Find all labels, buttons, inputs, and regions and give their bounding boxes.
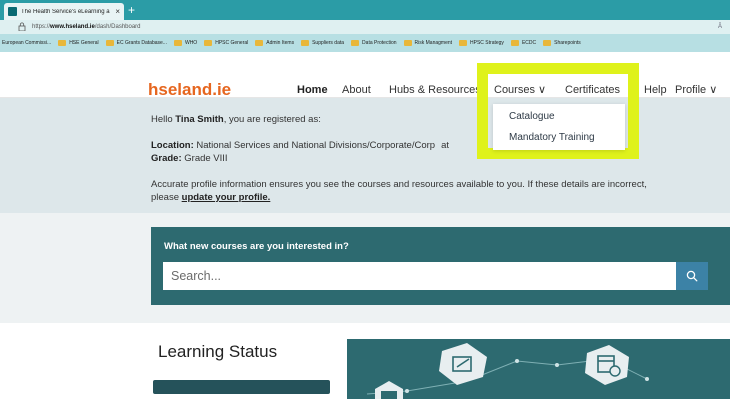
folder-icon	[403, 40, 412, 46]
nav-help[interactable]: Help	[644, 83, 667, 97]
bookmark-item[interactable]: HSE General	[58, 40, 99, 46]
new-tab-button[interactable]: +	[128, 2, 135, 18]
user-name: Tina Smith	[175, 114, 224, 125]
folder-icon	[510, 40, 519, 46]
search-icon	[686, 270, 698, 282]
folder-icon	[351, 40, 360, 46]
nav-hubs-resources[interactable]: Hubs & Resources	[389, 83, 481, 97]
bookmark-label: Admin Items	[266, 40, 295, 46]
nav-about[interactable]: About	[342, 83, 371, 97]
folder-icon	[173, 40, 182, 46]
bookmark-label: EC Grants Database...	[116, 40, 167, 46]
calendar-clock-icon	[585, 345, 629, 385]
tab-close-icon[interactable]: ×	[115, 7, 120, 16]
folder-icon	[459, 40, 468, 46]
dropdown-item-catalogue[interactable]: Catalogue	[509, 110, 555, 123]
notice-prefix: please	[151, 192, 182, 203]
bookmark-label: HPSC Strategy	[470, 40, 504, 46]
courses-dropdown: Catalogue Mandatory Training	[493, 104, 625, 150]
dropdown-item-mandatory-training[interactable]: Mandatory Training	[509, 131, 595, 144]
greeting-prefix: Hello	[151, 114, 176, 125]
bookmark-item[interactable]: WHO	[173, 40, 198, 46]
bookmark-label: Sharepoints	[554, 40, 581, 46]
profile-notice-line2: please update your profile.	[151, 191, 270, 204]
bookmarks-bar: European Commissi... HSE General EC Grants…	[0, 34, 730, 52]
bookmark-item[interactable]: EC Grants Database...	[105, 40, 167, 46]
course-search-input[interactable]	[163, 262, 676, 290]
bookmark-label: Suppliers data	[312, 40, 345, 46]
site-favicon-icon	[8, 7, 17, 16]
learning-status-card[interactable]	[153, 380, 330, 394]
folder-icon	[255, 40, 264, 46]
folder-icon	[543, 40, 552, 46]
bookmark-item[interactable]: European Commissi...	[2, 40, 51, 46]
banner-graphic	[366, 343, 649, 399]
mail-icon	[375, 381, 403, 399]
bookmark-item[interactable]: HPSC General	[204, 40, 248, 46]
folder-icon	[105, 40, 114, 46]
location-value: National Services and National Divisions…	[193, 140, 436, 151]
site-logo[interactable]: hseland.ie	[148, 80, 231, 100]
search-button[interactable]	[676, 262, 708, 290]
greeting-suffix: , you are registered as:	[223, 114, 321, 125]
nav-home[interactable]: Home	[297, 83, 328, 97]
browser-tab[interactable]: The Health Service's eLearning a ×	[4, 3, 124, 20]
bookmark-item[interactable]: Risk Managment	[403, 40, 453, 46]
location-tail: at	[441, 140, 449, 151]
bookmark-label: Data Protection	[362, 40, 397, 46]
greeting-line: Hello Tina Smith, you are registered as:	[151, 113, 321, 126]
grade-label: Grade:	[151, 153, 182, 164]
bookmark-label: European Commissi...	[2, 40, 52, 46]
bookmark-item[interactable]: Data Protection	[351, 40, 397, 46]
url-host: www.hseland.ie	[50, 24, 95, 30]
feature-banner	[347, 339, 730, 399]
url-prefix: https://	[32, 24, 51, 30]
search-heading: What new courses are you interested in?	[164, 241, 349, 252]
folder-icon	[58, 40, 67, 46]
profile-notice: Accurate profile information ensures you…	[151, 179, 647, 190]
bookmark-label: HPSC General	[215, 40, 249, 46]
learning-status-title: Learning Status	[158, 342, 278, 361]
bookmark-label: Risk Managment	[414, 40, 453, 46]
bookmark-label: ECDC	[521, 40, 537, 46]
update-profile-link[interactable]: update your profile.	[182, 192, 271, 203]
bookmark-label: WHO	[184, 40, 198, 46]
url-path: /dash/Dashboard	[94, 24, 141, 30]
grade-value: Grade VIII	[181, 153, 228, 164]
folder-icon	[301, 40, 310, 46]
grade-line: Grade: Grade VIII	[151, 152, 228, 165]
location-label: Location:	[151, 140, 194, 151]
bookmark-item[interactable]: Suppliers data	[301, 40, 344, 46]
document-edit-icon	[439, 343, 487, 385]
reader-mode-icon[interactable]: Â	[718, 21, 722, 33]
bookmark-item[interactable]: Sharepoints	[543, 40, 581, 46]
folder-icon	[204, 40, 213, 46]
tab-title: The Health Service's eLearning a	[21, 8, 110, 15]
url-text[interactable]: https://www.hseland.ie/dash/Dashboard	[32, 21, 141, 33]
bookmark-label: HSE General	[69, 40, 99, 46]
bookmark-item[interactable]: ECDC	[510, 40, 537, 46]
location-line: Location: National Services and National…	[151, 139, 449, 152]
bookmark-item[interactable]: HPSC Strategy	[459, 40, 504, 46]
bookmark-item[interactable]: Admin Items	[255, 40, 294, 46]
nav-profile[interactable]: Profile ∨	[675, 83, 717, 97]
lock-icon	[18, 22, 26, 31]
